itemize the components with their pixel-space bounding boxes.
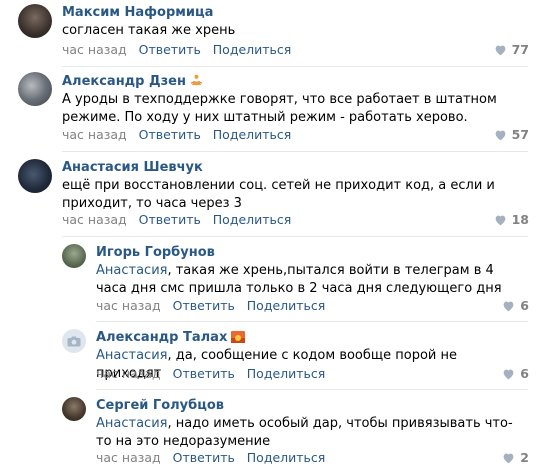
divider — [62, 151, 528, 152]
like-button[interactable]: 18 — [494, 212, 529, 227]
like-button[interactable]: 2 — [502, 450, 529, 465]
comment-text: А уроды в техподдержке говорят, что все … — [62, 92, 497, 125]
comment-author[interactable]: Александр Дзен — [62, 74, 203, 91]
comment-time[interactable]: час назад — [62, 42, 127, 57]
share-button[interactable]: Поделиться — [247, 366, 326, 381]
heart-icon — [495, 130, 505, 140]
share-button[interactable]: Поделиться — [247, 298, 326, 313]
share-button[interactable]: Поделиться — [213, 212, 292, 227]
reply-text: Анастасия, надо иметь особый дар, чтобы … — [96, 416, 513, 449]
like-count: 57 — [511, 127, 529, 142]
divider — [62, 236, 528, 237]
reply-button[interactable]: Ответить — [139, 212, 201, 227]
comment-author[interactable]: Анастасия Шевчук — [62, 160, 203, 175]
divider — [96, 389, 528, 390]
reply-button[interactable]: Ответить — [139, 127, 201, 142]
divider — [96, 321, 528, 322]
reply-author[interactable]: Сергей Голубцов — [96, 398, 224, 413]
reply-meta: час назад Ответить Поделиться — [96, 298, 325, 313]
avatar[interactable] — [62, 244, 86, 268]
avatar[interactable] — [62, 329, 86, 353]
reply-time[interactable]: час назад — [96, 298, 161, 313]
like-button[interactable]: 6 — [502, 298, 529, 313]
reply-button[interactable]: Ответить — [173, 366, 235, 381]
meditation-emoji-icon — [190, 74, 203, 91]
heart-icon — [503, 453, 514, 463]
share-button[interactable]: Поделиться — [213, 127, 292, 142]
reply-time[interactable]: час назад — [96, 366, 161, 381]
comment-text: ещё при восстановлении соц. сетей не при… — [62, 178, 495, 211]
like-count: 77 — [511, 42, 529, 57]
like-count: 6 — [520, 366, 529, 381]
comment-time[interactable]: час назад — [62, 212, 127, 227]
reply-author[interactable]: Игорь Горбунов — [96, 245, 215, 260]
reply-to-link[interactable]: Анастасия — [96, 263, 167, 278]
like-button[interactable]: 57 — [494, 127, 529, 142]
divider — [62, 66, 528, 67]
comment-meta: час назад Ответить Поделиться — [62, 127, 291, 142]
comment-text: согласен такая же хрень — [62, 23, 236, 38]
share-button[interactable]: Поделиться — [213, 42, 292, 57]
like-count: 2 — [520, 450, 529, 465]
heart-icon — [503, 301, 514, 311]
reply-text: Анастасия, такая же хрень,пытался войти … — [96, 263, 502, 296]
reply-to-link[interactable]: Анастасия — [96, 348, 167, 363]
reply-button[interactable]: Ответить — [139, 42, 201, 57]
reply-author[interactable]: Александр Талах — [96, 330, 246, 347]
reply-meta: час назад Ответить Поделиться — [96, 450, 325, 465]
like-count: 18 — [511, 212, 529, 227]
reply-button[interactable]: Ответить — [173, 298, 235, 313]
comment-time[interactable]: час назад — [62, 127, 127, 142]
share-button[interactable]: Поделиться — [247, 450, 326, 465]
avatar[interactable] — [62, 397, 86, 421]
heart-icon — [495, 45, 505, 55]
reply-time[interactable]: час назад — [96, 450, 161, 465]
like-count: 6 — [520, 298, 529, 313]
avatar[interactable] — [18, 72, 52, 106]
comment-meta: час назад Ответить Поделиться — [62, 42, 291, 57]
avatar[interactable] — [18, 159, 52, 193]
reply-button[interactable]: Ответить — [173, 450, 235, 465]
heart-icon — [495, 215, 505, 225]
like-button[interactable]: 6 — [502, 366, 529, 381]
avatar[interactable] — [18, 4, 52, 38]
reply-meta: час назад Ответить Поделиться — [96, 366, 325, 381]
comment-meta: час назад Ответить Поделиться — [62, 212, 291, 227]
like-button[interactable]: 77 — [494, 42, 529, 57]
comment-author[interactable]: Максим Наформица — [62, 5, 213, 20]
sunset-emoji-icon — [231, 331, 246, 347]
camera-icon — [67, 336, 81, 346]
heart-icon — [503, 369, 514, 379]
reply-to-link[interactable]: Анастасия — [96, 416, 167, 431]
